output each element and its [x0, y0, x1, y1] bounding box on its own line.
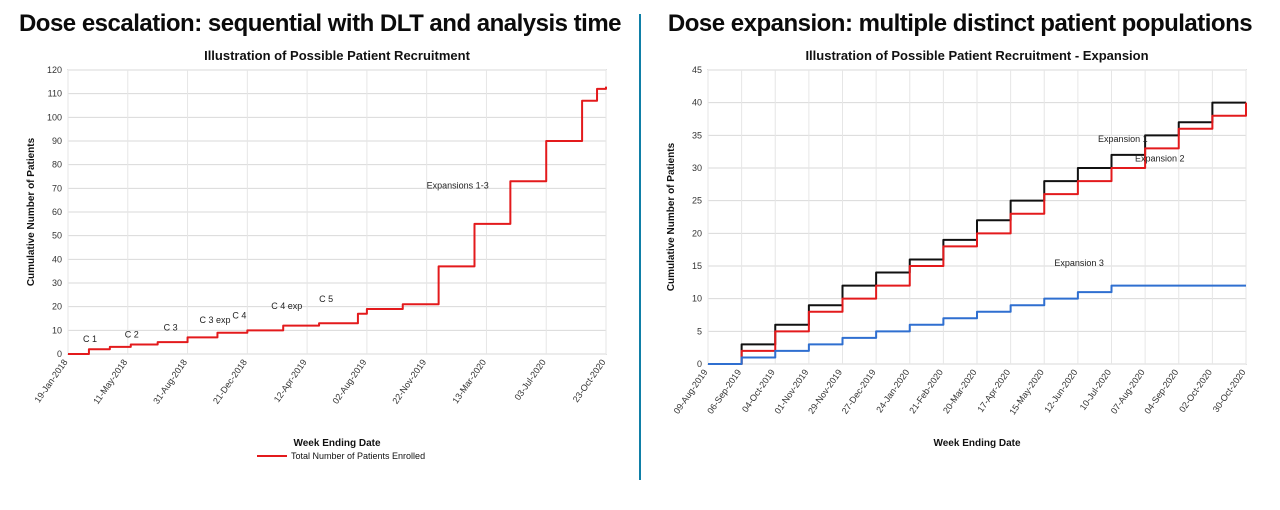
x-tick-label: 21-Feb-2020	[907, 367, 945, 415]
chart-annotation: Expansion 2	[1135, 153, 1185, 163]
left-panel: Dose escalation: sequential with DLT and…	[0, 0, 640, 510]
svg-text:110: 110	[48, 88, 62, 98]
chart-annotation: Expansion 1	[1098, 133, 1148, 143]
x-axis-label: Week Ending Date	[293, 438, 380, 449]
x-tick-label: 09-Aug-2019	[672, 367, 710, 415]
chart-annotation: C 4	[232, 310, 246, 320]
page: Dose escalation: sequential with DLT and…	[0, 0, 1280, 510]
left-panel-title: Dose escalation: sequential with DLT and…	[19, 10, 621, 38]
x-tick-label: 10-Jul-2020	[1078, 367, 1113, 412]
svg-text:40: 40	[52, 254, 62, 264]
svg-text:120: 120	[47, 65, 62, 75]
x-tick-label: 23-Oct-2020	[571, 357, 608, 404]
x-tick-label: 17-Apr-2020	[975, 367, 1012, 414]
x-tick-label: 21-Dec-2018	[211, 357, 249, 405]
chart-annotation: Expansions 1-3	[427, 180, 489, 190]
chart-annotation: C 1	[83, 334, 97, 344]
x-tick-label: 19-Jan-2018	[32, 357, 69, 404]
chart-annotation: C 3 exp	[200, 315, 231, 325]
chart-annotation: Expansion 3	[1054, 258, 1104, 268]
x-tick-label: 07-Aug-2020	[1109, 367, 1147, 415]
x-tick-label: 11-May-2018	[91, 357, 129, 406]
x-tick-label: 22-Nov-2019	[390, 357, 428, 405]
x-tick-label: 03-Jul-2020	[512, 357, 547, 402]
x-tick-label: 12-Jun-2020	[1042, 367, 1079, 414]
panel-divider	[639, 14, 641, 480]
x-axis-label: Week Ending Date	[933, 438, 1020, 449]
svg-text:40: 40	[692, 97, 702, 107]
chart-annotation: C 5	[319, 294, 333, 304]
svg-text:10: 10	[692, 293, 702, 303]
x-tick-label: 20-Mar-2020	[941, 367, 979, 415]
svg-text:25: 25	[692, 195, 702, 205]
x-tick-label: 13-Mar-2020	[450, 357, 488, 405]
svg-text:70: 70	[52, 183, 62, 193]
svg-text:20: 20	[52, 301, 62, 311]
svg-text:50: 50	[52, 230, 62, 240]
x-tick-label: 02-Aug-2019	[330, 357, 368, 405]
legend-label: Total Number of Patients Enrolled	[291, 451, 425, 461]
chart-annotation: C 4 exp	[271, 301, 302, 311]
svg-text:15: 15	[692, 261, 702, 271]
x-tick-label: 04-Sep-2020	[1142, 367, 1180, 415]
x-tick-label: 01-Nov-2019	[772, 367, 810, 415]
svg-text:30: 30	[692, 163, 702, 173]
x-tick-label: 31-Aug-2018	[151, 357, 189, 405]
svg-text:45: 45	[692, 65, 702, 75]
right-panel-title: Dose expansion: multiple distinct patien…	[668, 10, 1252, 38]
svg-text:60: 60	[52, 207, 62, 217]
x-tick-label: 24-Jan-2020	[874, 367, 911, 414]
svg-text:20: 20	[692, 228, 702, 238]
svg-text:100: 100	[47, 112, 62, 122]
right-panel: Dose expansion: multiple distinct patien…	[640, 0, 1280, 510]
chart-annotation: C 2	[125, 329, 139, 339]
x-tick-label: 04-Oct-2019	[740, 367, 777, 414]
x-tick-label: 06-Sep-2019	[705, 367, 743, 415]
x-tick-label: 15-May-2020	[1007, 367, 1046, 416]
chart-title: Illustration of Possible Patient Recruit…	[204, 48, 470, 63]
svg-text:35: 35	[692, 130, 702, 140]
x-tick-label: 30-Oct-2020	[1211, 367, 1248, 414]
chart-title: Illustration of Possible Patient Recruit…	[805, 48, 1148, 63]
svg-text:10: 10	[52, 325, 62, 335]
svg-text:5: 5	[697, 326, 702, 336]
x-tick-label: 12-Apr-2019	[272, 357, 309, 404]
x-tick-label: 02-Oct-2020	[1177, 367, 1214, 414]
escalation-chart: 010203040506070809010011012019-Jan-20181…	[20, 44, 620, 464]
chart-annotation: C 3	[164, 322, 178, 332]
svg-text:90: 90	[52, 136, 62, 146]
expansion-chart: 05101520253035404509-Aug-201906-Sep-2019…	[660, 44, 1260, 464]
x-tick-label: 27-Dec-2019	[840, 367, 878, 415]
svg-text:80: 80	[52, 159, 62, 169]
y-axis-label: Cumulative Number of Patients	[26, 137, 37, 286]
y-axis-label: Cumulative Number of Patients	[666, 142, 677, 291]
x-tick-label: 29-Nov-2019	[806, 367, 844, 415]
svg-text:30: 30	[52, 278, 62, 288]
